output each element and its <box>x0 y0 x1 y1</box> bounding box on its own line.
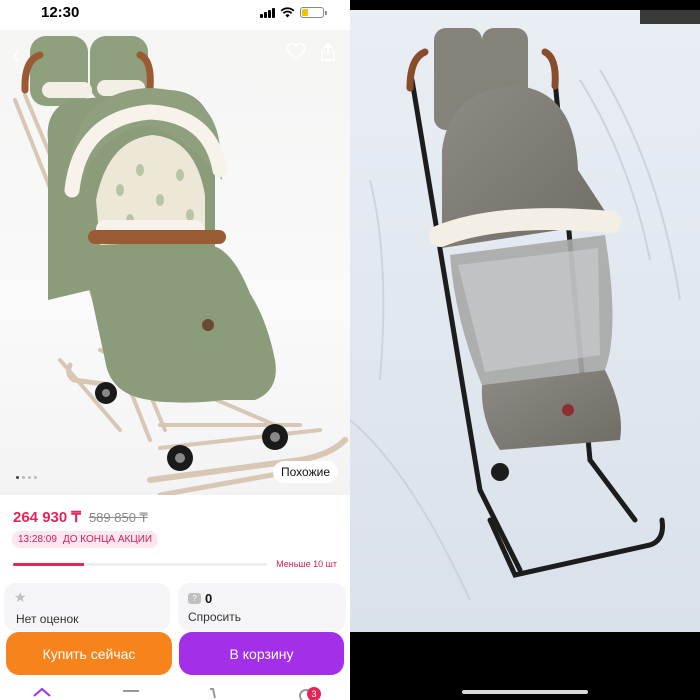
promo-badge: 13:28:09 ДО КОНЦА АКЦИИ <box>12 531 159 548</box>
share-icon[interactable] <box>320 42 336 62</box>
carousel-dots <box>16 476 37 479</box>
questions-count: 0 <box>205 591 213 606</box>
back-chevron-icon[interactable]: ‹ <box>12 42 19 68</box>
old-price: 589 850 ₸ <box>88 510 148 525</box>
promo-timer: 13:28:09 <box>18 534 57 545</box>
heart-icon[interactable] <box>286 42 306 60</box>
rating-card[interactable]: ★ Нет оценок <box>4 583 170 631</box>
ask-question-card[interactable]: ? 0 Спросить <box>178 583 346 631</box>
price-row: 264 930 ₸ 589 850 ₸ <box>13 508 148 526</box>
status-bar: 12:30 <box>0 0 350 28</box>
current-price: 264 930 ₸ <box>13 509 81 526</box>
question-icon: ? <box>188 593 201 604</box>
ask-label: Спросить <box>188 610 241 624</box>
add-to-cart-button[interactable]: В корзину <box>179 632 344 675</box>
battery-icon <box>300 7 327 18</box>
home-indicator <box>462 690 588 694</box>
home-icon[interactable] <box>32 686 52 700</box>
cart-icon[interactable] <box>208 686 228 700</box>
cart-badge: 3 <box>307 687 321 700</box>
similar-button[interactable]: Похожие <box>273 461 338 483</box>
star-icon: ★ <box>14 589 27 605</box>
product-screen: 12:30 ‹ Похожие 264 930 ₸ 589 850 ₸ 13:2… <box>0 0 350 700</box>
signal-icon <box>260 7 275 18</box>
rating-label: Нет оценок <box>16 612 79 626</box>
wifi-icon <box>280 7 295 18</box>
tab-bar <box>0 682 350 700</box>
stock-progress-bar <box>13 563 267 566</box>
stock-text: Меньше 10 шт <box>276 559 337 569</box>
promo-text: ДО КОНЦА АКЦИИ <box>62 534 153 545</box>
status-icons <box>260 7 327 18</box>
sled-in-snow-photo <box>350 10 700 632</box>
product-photo[interactable]: ‹ Похожие <box>0 30 350 495</box>
status-time: 12:30 <box>41 4 80 21</box>
buy-now-button[interactable]: Купить сейчас <box>6 632 172 675</box>
sled-stroller-image <box>13 36 348 495</box>
catalog-icon[interactable] <box>121 686 141 700</box>
real-photo <box>350 0 700 700</box>
